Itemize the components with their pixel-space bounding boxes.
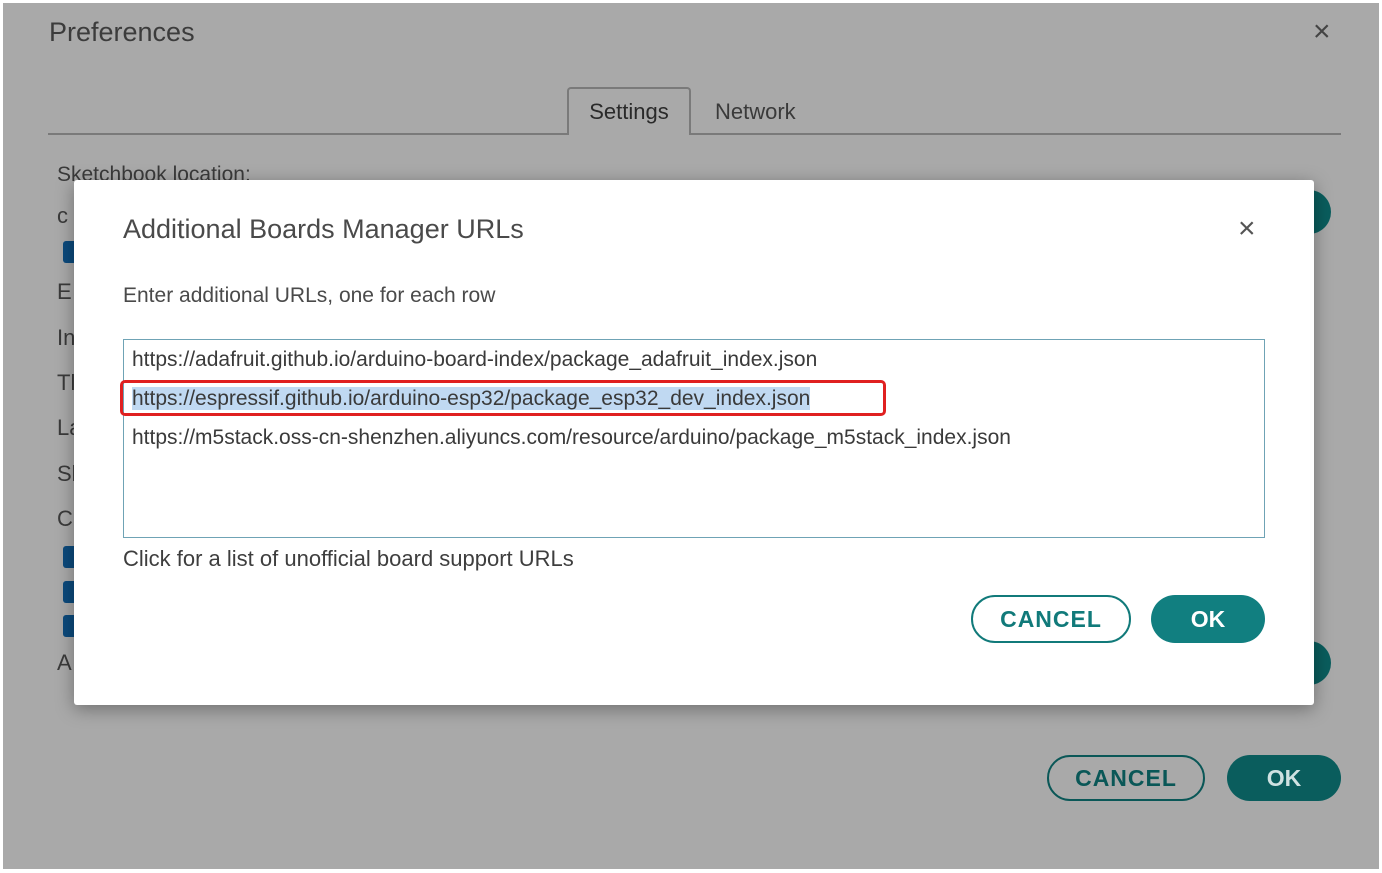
url-text: https://m5stack.oss-cn-shenzhen.aliyuncs… [132, 426, 1011, 449]
tab-settings[interactable]: Settings [567, 87, 691, 135]
tab-network[interactable]: Network [715, 99, 796, 125]
dialog-instructions: Enter additional URLs, one for each row [123, 284, 496, 307]
partial-field-text: c [57, 203, 68, 228]
unofficial-urls-link[interactable]: Click for a list of unofficial board sup… [123, 546, 574, 572]
annotation-highlight-box [120, 380, 886, 416]
partial-label: C [57, 506, 73, 531]
boards-manager-urls-dialog: Additional Boards Manager URLs × Enter a… [74, 180, 1314, 705]
preferences-cancel-button[interactable]: CANCEL [1047, 755, 1205, 801]
preferences-close-icon[interactable]: × [1313, 17, 1331, 47]
preferences-ok-button[interactable]: OK [1227, 755, 1341, 801]
partial-label: A [57, 650, 72, 675]
url-row[interactable]: https://adafruit.github.io/arduino-board… [132, 346, 817, 374]
url-text: https://adafruit.github.io/arduino-board… [132, 348, 818, 371]
dialog-title: Additional Boards Manager URLs [123, 214, 524, 244]
tab-divider [48, 133, 1341, 135]
partial-label: E [57, 279, 72, 304]
urls-textarea[interactable]: https://adafruit.github.io/arduino-board… [120, 339, 1265, 538]
url-row[interactable]: https://m5stack.oss-cn-shenzhen.aliyuncs… [132, 424, 1011, 452]
dialog-close-icon[interactable]: × [1238, 214, 1256, 244]
dialog-ok-button[interactable]: OK [1151, 595, 1265, 643]
preferences-title: Preferences [49, 17, 195, 47]
partial-label: Tl [57, 370, 76, 395]
partial-label: In [57, 325, 76, 350]
dialog-cancel-button[interactable]: CANCEL [971, 595, 1131, 643]
